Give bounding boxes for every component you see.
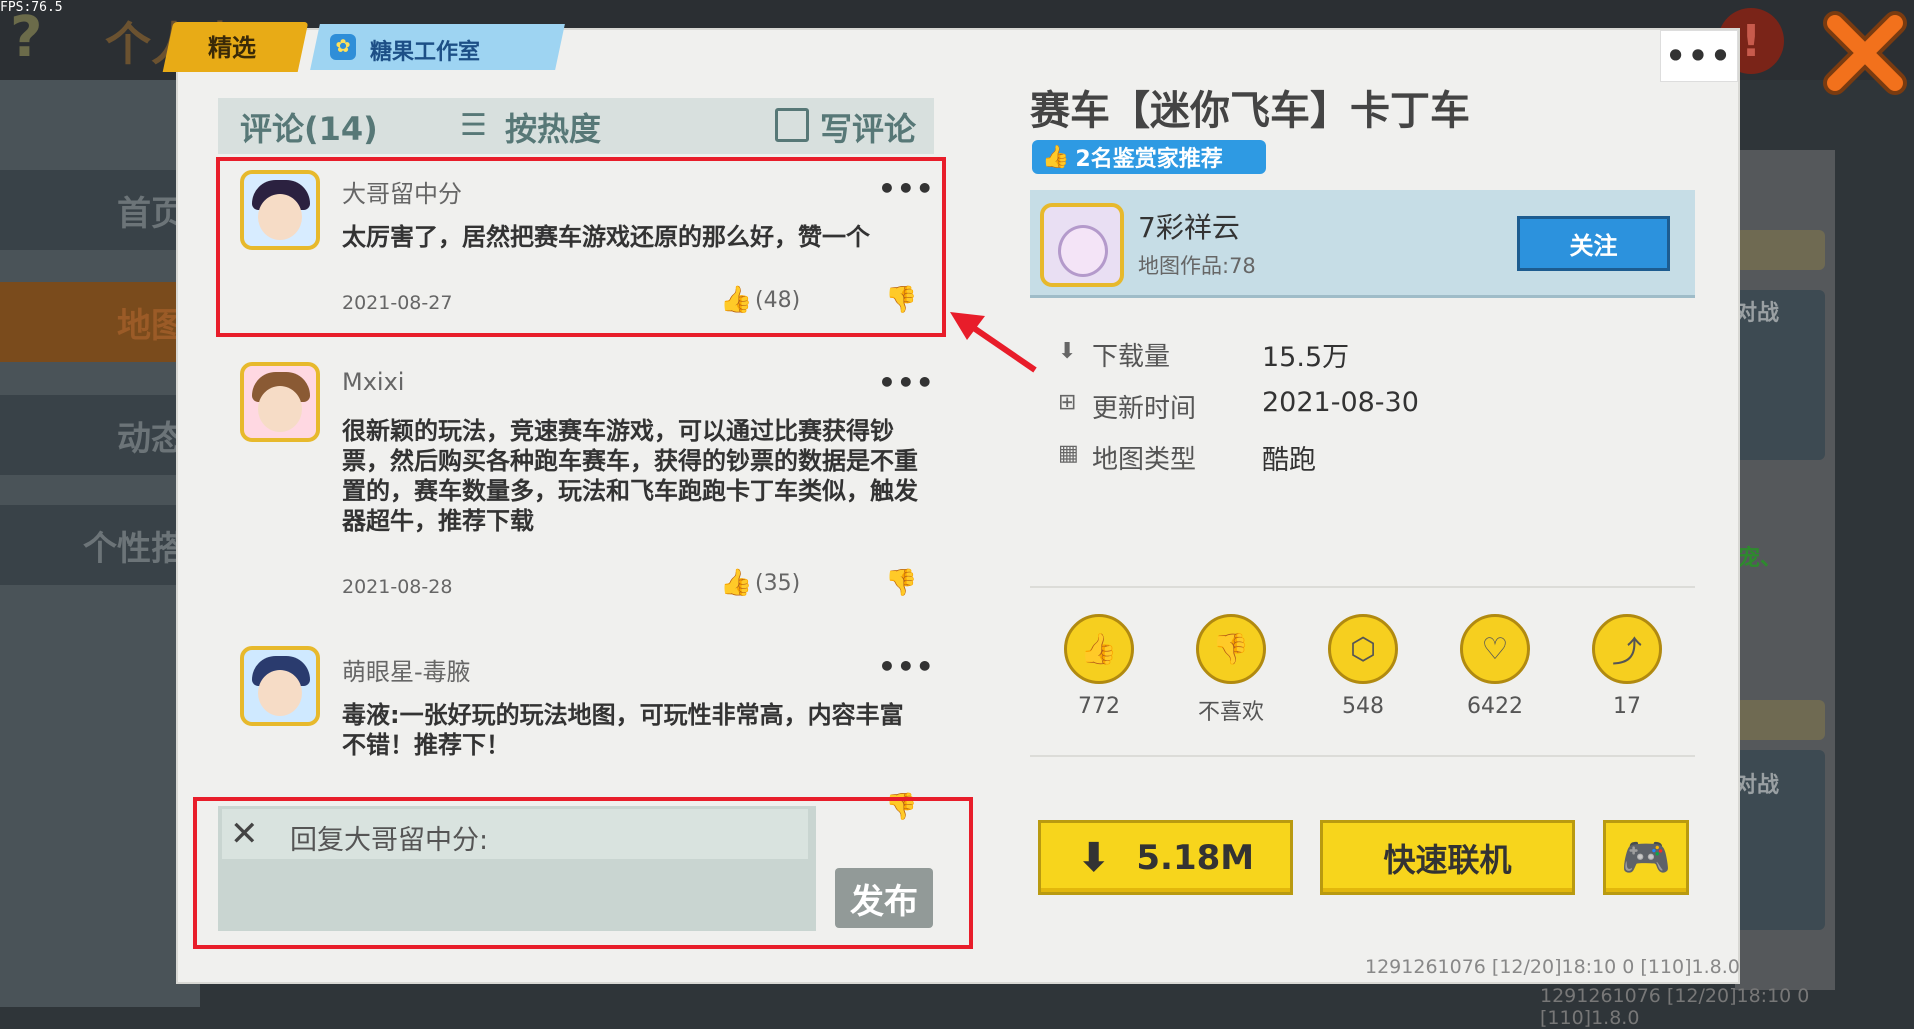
- download-button[interactable]: ⬇ 5.18M: [1038, 820, 1293, 895]
- comment-date: 2021-08-27: [342, 292, 453, 314]
- download-size: 5.18M: [1136, 837, 1255, 878]
- tab-studio[interactable]: 糖果工作室: [370, 34, 480, 66]
- share-icon[interactable]: ⤴: [1592, 614, 1662, 684]
- thumbs-down-icon[interactable]: 👎: [885, 285, 917, 315]
- edit-icon[interactable]: [775, 108, 809, 142]
- write-comment-button[interactable]: 写评论: [820, 104, 916, 150]
- panel-more-button[interactable]: •••: [1660, 30, 1738, 82]
- tab-featured[interactable]: 精选: [208, 28, 256, 63]
- sidebar-item-label: 动态: [117, 418, 185, 459]
- heart-icon[interactable]: ♡: [1460, 614, 1530, 684]
- quick-connect-button[interactable]: 快速联机: [1320, 820, 1575, 895]
- comment-author[interactable]: 萌眼星-毒腋: [342, 652, 471, 687]
- like-icon[interactable]: 👍: [1064, 614, 1134, 684]
- comment-author[interactable]: Mxixi: [342, 368, 404, 396]
- download-icon: ⬇: [1076, 834, 1111, 881]
- collect-count: 548: [1342, 694, 1384, 719]
- close-icon[interactable]: [1820, 8, 1910, 98]
- comment-text: 毒液:一张好玩的玩法地图，可玩性非常高，内容丰富不错！推荐下！: [342, 701, 904, 759]
- gamepad-button[interactable]: 🎮: [1603, 820, 1689, 895]
- comment-more-button[interactable]: •••: [878, 172, 935, 205]
- grid-icon: ▦: [1058, 441, 1079, 466]
- favorite-count: 6422: [1467, 694, 1523, 719]
- like-count: (35): [755, 571, 801, 596]
- sidebar-item-activity[interactable]: 动态: [0, 395, 185, 475]
- background-label: 对战: [1735, 301, 1780, 326]
- thumbs-up-icon[interactable]: 👍: [720, 285, 752, 315]
- quick-connect-label: 快速联机: [1383, 840, 1512, 879]
- divider: [1030, 755, 1695, 757]
- comment-more-button[interactable]: •••: [878, 366, 935, 399]
- comment-author[interactable]: 大哥留中分: [342, 174, 462, 209]
- author-avatar[interactable]: [1040, 203, 1124, 287]
- sidebar-item-label: 地图: [117, 305, 185, 346]
- info-value: 酷跑: [1262, 445, 1316, 476]
- dislike-label: 不喜欢: [1197, 700, 1264, 725]
- avatar[interactable]: [240, 362, 320, 442]
- help-icon[interactable]: ?: [10, 5, 70, 70]
- arrow-annotation: [950, 312, 1037, 373]
- info-label: 地图类型: [1092, 445, 1197, 475]
- close-icon[interactable]: ✕: [230, 814, 259, 854]
- comment-more-button[interactable]: •••: [878, 650, 935, 683]
- comment-text: 太厉害了，居然把赛车游戏还原的那么好，赞一个: [342, 223, 870, 251]
- avatar[interactable]: [240, 170, 320, 250]
- gamepad-icon: 🎮: [1621, 835, 1671, 881]
- author-works: 地图作品:78: [1138, 254, 1256, 278]
- background-label: 宠、: [1738, 546, 1783, 571]
- background-label: 对战: [1735, 773, 1780, 798]
- publish-button[interactable]: 发布: [835, 868, 933, 928]
- comment-text: 很新颖的玩法，竞速赛车游戏，可以通过比赛获得钞票，然后购买各种跑车赛车，获得的钞…: [342, 417, 918, 535]
- cube-icon[interactable]: ⬡: [1328, 614, 1398, 684]
- background-version: 1291261076 [12/20]18:10 0 [110]1.8.0: [1540, 985, 1810, 1029]
- thumbs-down-icon[interactable]: 👎: [885, 568, 917, 598]
- like-count: (48): [755, 288, 801, 313]
- plus-square-icon: ⊞: [1058, 390, 1077, 415]
- dislike-icon[interactable]: 👎: [1196, 614, 1266, 684]
- thumbs-up-icon[interactable]: 👍: [720, 568, 752, 598]
- thumbs-up-icon: 👍: [1042, 144, 1070, 170]
- comment-date: 2021-08-28: [342, 576, 453, 598]
- recommend-label: 2名鉴赏家推荐: [1075, 147, 1223, 172]
- sidebar-item-label: 首页: [117, 193, 185, 234]
- author-name[interactable]: 7彩祥云: [1138, 206, 1240, 246]
- info-value: 15.5万: [1262, 342, 1350, 373]
- sidebar-item-label: 个性搭: [83, 528, 185, 569]
- like-count: 772: [1078, 694, 1120, 719]
- follow-button[interactable]: 关注: [1517, 216, 1670, 271]
- sidebar-item-outfit[interactable]: 个性搭: [0, 505, 185, 585]
- info-label: 下载量: [1092, 342, 1171, 372]
- share-count: 17: [1613, 694, 1641, 719]
- version-info: 1291261076 [12/20]18:10 0 [110]1.8.0: [1365, 956, 1740, 978]
- map-title: 赛车【迷你飞车】卡丁车: [1030, 88, 1470, 134]
- info-label: 更新时间: [1092, 394, 1197, 424]
- info-value: 2021-08-30: [1262, 387, 1419, 418]
- avatar[interactable]: [240, 646, 320, 726]
- sidebar-item-map[interactable]: 地图: [0, 282, 185, 362]
- reply-label: 回复大哥留中分:: [290, 825, 489, 856]
- download-icon: ⬇: [1058, 339, 1077, 364]
- sort-button[interactable]: 按热度: [505, 104, 601, 150]
- sort-icon[interactable]: ☰: [460, 108, 487, 143]
- divider: [1030, 586, 1695, 588]
- studio-icon: ✿: [330, 34, 356, 60]
- comments-title: 评论(14): [240, 110, 378, 148]
- recommend-badge[interactable]: 👍 2名鉴赏家推荐: [1032, 140, 1266, 174]
- sidebar-item-home[interactable]: 首页: [0, 170, 185, 250]
